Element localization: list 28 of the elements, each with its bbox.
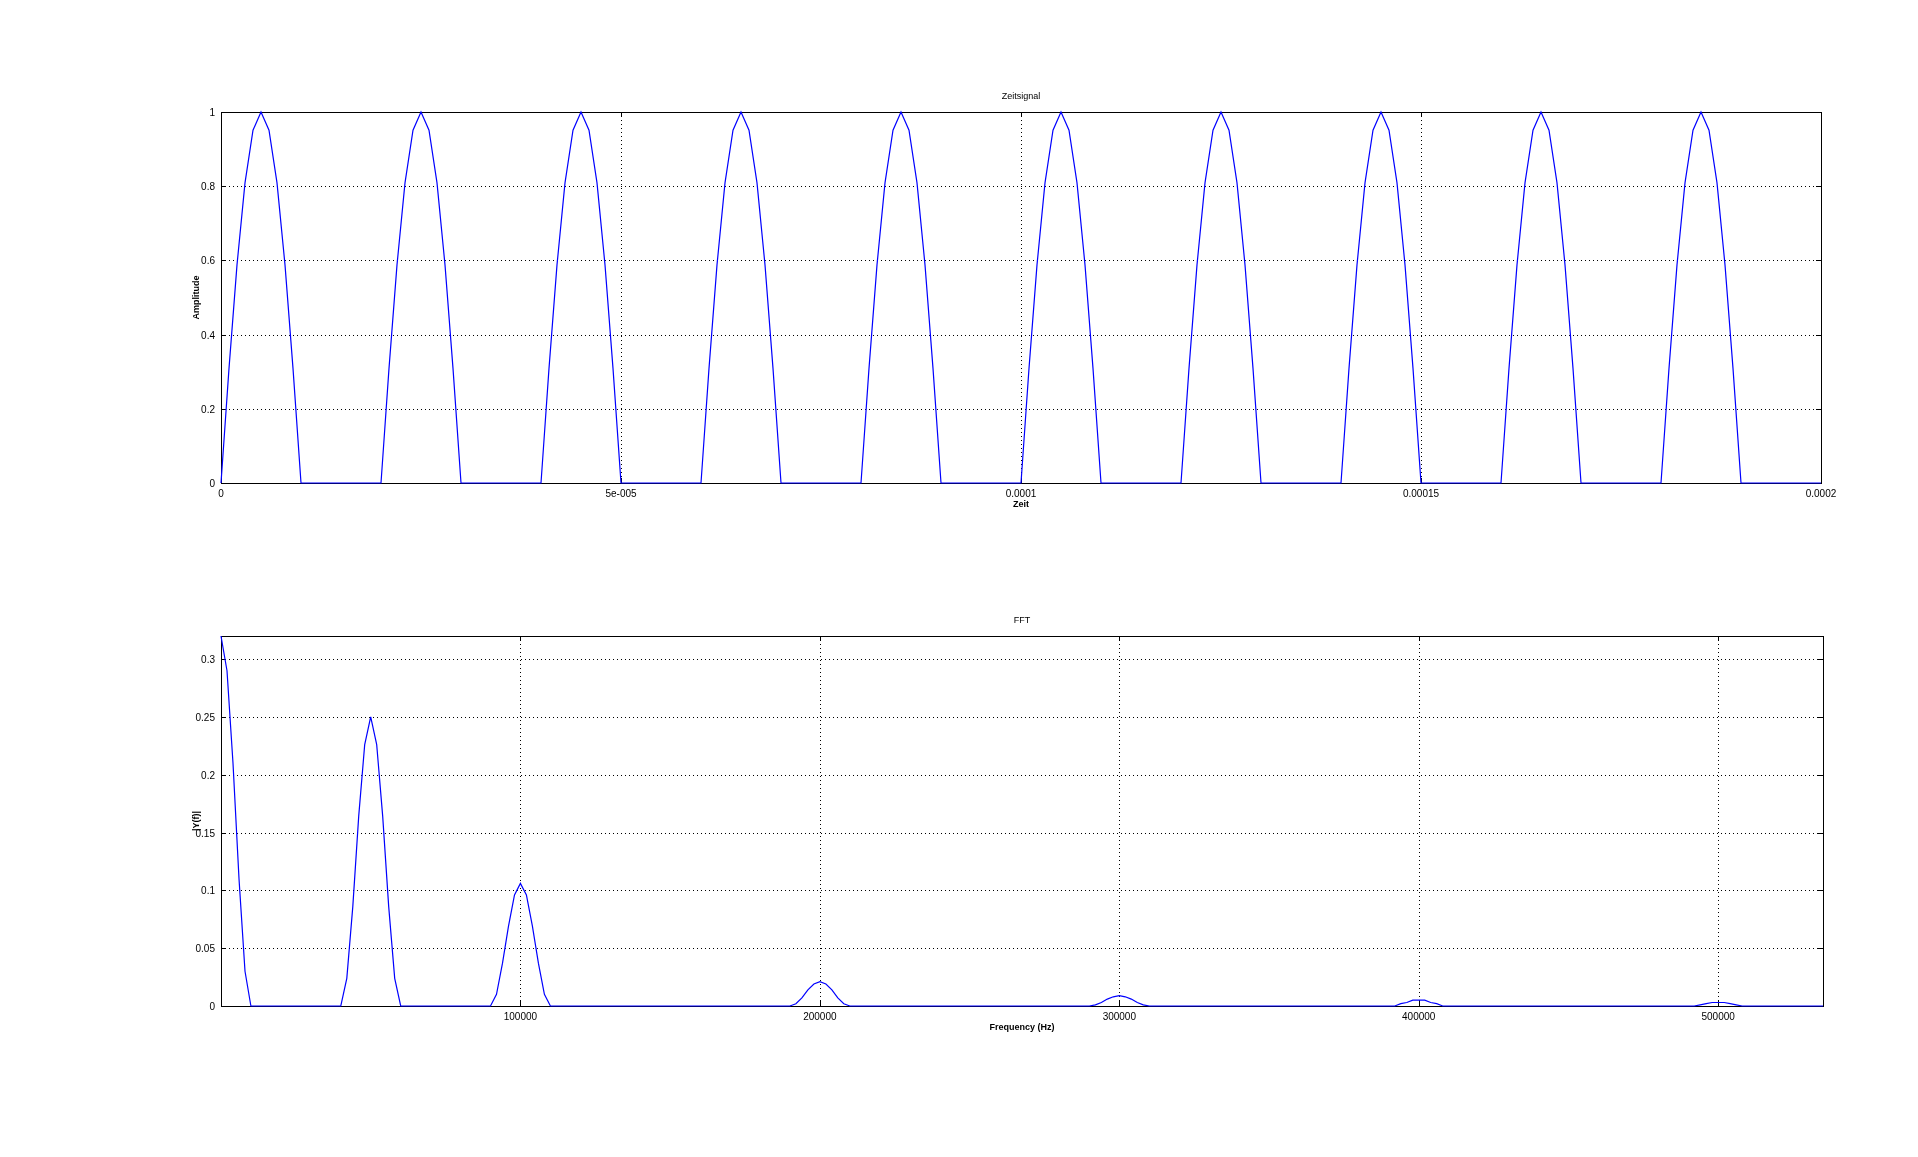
tick-label: 0.3 (201, 654, 215, 666)
tick-label: 0 (209, 478, 215, 489)
tick-label: 0.0002 (1805, 488, 1837, 499)
tick-label: 1 (209, 107, 215, 118)
tick-label: 0.2 (201, 403, 215, 415)
tick-label: 100000 (503, 1011, 538, 1022)
axis-label: Zeit (1013, 499, 1029, 509)
tick-label: 0 (209, 1001, 215, 1012)
tick-label: 0.0001 (1005, 488, 1037, 499)
tick-label: 0.4 (201, 329, 215, 341)
tick-label: 200000 (803, 1011, 837, 1022)
tick-label: 500000 (1701, 1011, 1735, 1022)
chart-title: Zeitsignal (1001, 91, 1041, 101)
tick-label: 5e-005 (605, 488, 637, 499)
tick-label: 0.05 (195, 943, 215, 955)
tick-label: 300000 (1102, 1011, 1136, 1022)
tick-label: 400000 (1402, 1011, 1436, 1022)
axis-label: |Y(f)| (191, 811, 201, 831)
tick-label: 0.8 (201, 181, 215, 193)
chart-title: FFT (1013, 615, 1031, 625)
axis-label: Amplitude (191, 275, 201, 320)
tick-label: 0.00015 (1402, 488, 1440, 499)
tick-label: 0.6 (201, 255, 215, 267)
tick-label: 0.1 (201, 885, 215, 897)
tick-label: 0.2 (201, 769, 215, 781)
tick-label: 0 (218, 488, 224, 499)
axis-label: Frequency (Hz) (989, 1022, 1055, 1032)
tick-label: 0.25 (195, 711, 215, 723)
